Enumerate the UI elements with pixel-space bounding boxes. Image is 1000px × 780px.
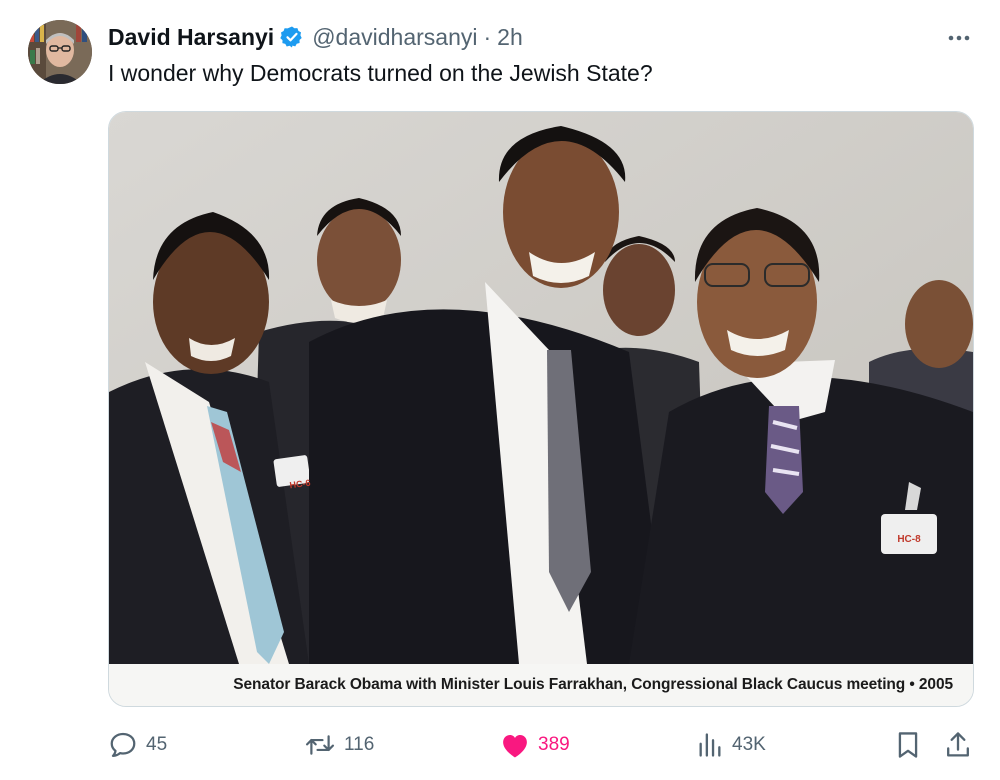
- avatar-image: [28, 20, 92, 84]
- verified-badge-icon[interactable]: [280, 25, 304, 49]
- repost-button[interactable]: 116: [304, 728, 374, 762]
- more-options-button[interactable]: [944, 26, 974, 50]
- reply-count: 45: [146, 734, 168, 755]
- header-separator: ·: [483, 23, 492, 50]
- bar-chart-icon: [699, 733, 721, 757]
- tweet-media[interactable]: HC-6 HC-8 Senator Barack Obama with Mini…: [108, 111, 974, 707]
- share-button[interactable]: [944, 728, 972, 762]
- share-upload-icon: [947, 732, 969, 757]
- bookmark-button[interactable]: [894, 728, 922, 762]
- bookmark-icon: [898, 732, 918, 758]
- photo-caption-bar: Senator Barack Obama with Minister Louis…: [109, 664, 973, 706]
- views-button[interactable]: 43K: [696, 728, 766, 762]
- repost-arrows-icon: [305, 735, 335, 755]
- tweet-card[interactable]: David Harsanyi @davidharsanyi · 2h I won…: [0, 0, 1000, 780]
- tweet-timestamp[interactable]: 2h: [497, 24, 523, 51]
- like-count: 389: [538, 734, 570, 755]
- views-count: 43K: [732, 734, 766, 755]
- name-badge-right: HC-8: [897, 534, 921, 545]
- group-photo: [109, 112, 973, 664]
- author-handle[interactable]: @davidharsanyi: [312, 24, 477, 51]
- tweet-text: I wonder why Democrats turned on the Jew…: [108, 60, 653, 86]
- author-display-name[interactable]: David Harsanyi: [108, 24, 274, 51]
- more-horizontal-icon: [948, 35, 970, 41]
- speech-bubble-icon: [110, 732, 136, 757]
- tweet-header: David Harsanyi @davidharsanyi · 2h: [108, 22, 523, 52]
- like-button[interactable]: 389: [500, 728, 570, 762]
- photo-caption: Senator Barack Obama with Minister Louis…: [233, 676, 953, 693]
- heart-filled-icon: [503, 735, 527, 758]
- repost-count: 116: [344, 734, 375, 755]
- author-avatar[interactable]: [28, 20, 92, 84]
- tweet-actions: 45 116 389 43K: [108, 728, 978, 762]
- reply-button[interactable]: 45: [108, 728, 167, 762]
